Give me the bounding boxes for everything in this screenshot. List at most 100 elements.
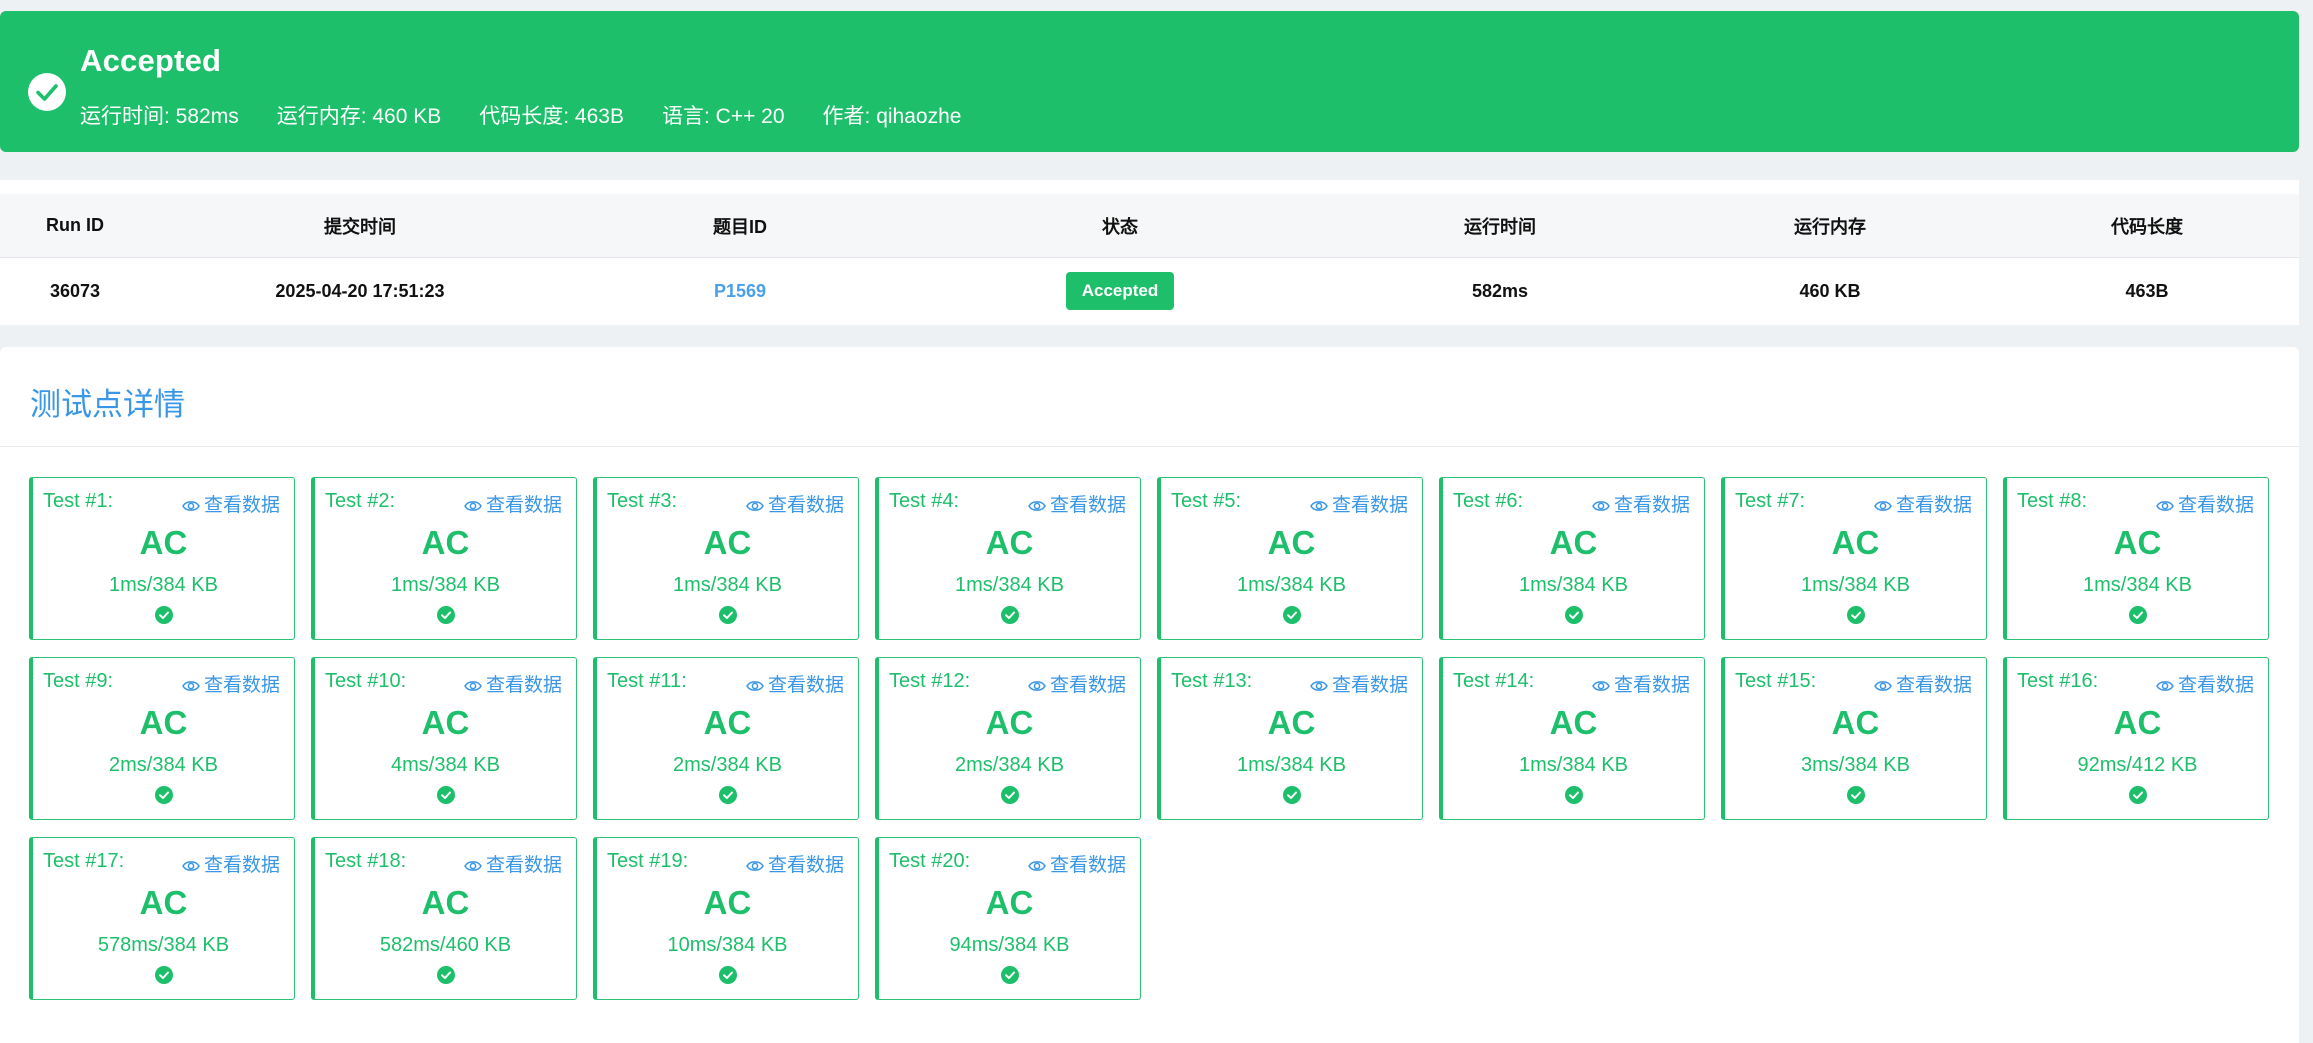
view-data-label: 查看数据 <box>485 675 562 696</box>
eye-icon <box>182 497 200 511</box>
test-card: Test #1: 查看数据 AC 1ms/384 KB <box>29 477 295 640</box>
test-name: Test #6: <box>1453 490 1524 512</box>
verdict: AC <box>703 884 752 921</box>
test-details-panel: 测试点详情 Test #1: 查看数据 AC 1ms/384 KB Test #2: 查看… <box>0 347 2299 1043</box>
language-text: 语言: C++ 20 <box>661 105 785 128</box>
submission-meta: 运行时间: 582ms 运行内存: 460 KB 代码长度: 463B 语言: … <box>80 100 999 130</box>
test-name: Test #13: <box>1171 670 1253 692</box>
eye-icon <box>464 677 482 691</box>
check-circle-icon <box>1564 786 1583 804</box>
eye-icon <box>1028 497 1046 511</box>
usage: 2ms/384 KB <box>673 754 782 776</box>
accepted-banner: Accepted 运行时间: 582ms 运行内存: 460 KB 代码长度: … <box>0 11 2299 152</box>
view-data-link[interactable]: 查看数据 <box>746 670 844 697</box>
view-data-link[interactable]: 查看数据 <box>1874 490 1972 517</box>
usage: 578ms/384 KB <box>97 934 230 956</box>
runtime-text: 运行时间: 582ms <box>80 105 239 128</box>
check-circle-icon <box>1000 966 1019 984</box>
view-data-link[interactable]: 查看数据 <box>1310 670 1408 697</box>
submit-time: 2025-04-20 17:51:23 <box>275 280 445 301</box>
test-card: Test #10: 查看数据 AC 4ms/384 KB <box>311 657 577 820</box>
test-name: Test #5: <box>1171 490 1242 512</box>
usage: 1ms/384 KB <box>1237 754 1346 776</box>
runtime: 582ms <box>1471 280 1529 301</box>
test-name: Test #17: <box>43 850 125 872</box>
view-data-label: 查看数据 <box>1049 675 1126 696</box>
view-data-link[interactable]: 查看数据 <box>746 850 844 877</box>
usage: 2ms/384 KB <box>955 754 1064 776</box>
usage: 1ms/384 KB <box>1237 574 1346 596</box>
verdict: AC <box>985 884 1034 921</box>
test-card: Test #18: 查看数据 AC 582ms/460 KB <box>311 837 577 1000</box>
view-data-label: 查看数据 <box>1331 495 1408 516</box>
eye-icon <box>1592 677 1610 691</box>
view-data-link[interactable]: 查看数据 <box>464 670 562 697</box>
check-circle-icon <box>1282 606 1301 624</box>
usage: 92ms/412 KB <box>2077 754 2198 776</box>
view-data-link[interactable]: 查看数据 <box>464 850 562 877</box>
usage: 10ms/384 KB <box>667 934 788 956</box>
check-circle-icon <box>2128 606 2147 624</box>
test-card: Test #9: 查看数据 AC 2ms/384 KB <box>29 657 295 820</box>
view-data-link[interactable]: 查看数据 <box>1028 670 1126 697</box>
view-data-link[interactable]: 查看数据 <box>182 490 280 517</box>
view-data-label: 查看数据 <box>485 855 562 876</box>
eye-icon <box>182 677 200 691</box>
view-data-link[interactable]: 查看数据 <box>464 490 562 517</box>
test-card: Test #12: 查看数据 AC 2ms/384 KB <box>875 657 1141 820</box>
view-data-link[interactable]: 查看数据 <box>182 850 280 877</box>
verdict: AC <box>703 704 752 741</box>
check-circle-icon <box>1282 786 1301 804</box>
test-card: Test #11: 查看数据 AC 2ms/384 KB <box>593 657 859 820</box>
view-data-label: 查看数据 <box>2177 675 2254 696</box>
test-card: Test #14: 查看数据 AC 1ms/384 KB <box>1439 657 1705 820</box>
header-run-id: Run ID <box>46 215 104 235</box>
view-data-link[interactable]: 查看数据 <box>1592 490 1690 517</box>
test-card: Test #19: 查看数据 AC 10ms/384 KB <box>593 837 859 1000</box>
verdict: AC <box>139 524 188 561</box>
view-data-link[interactable]: 查看数据 <box>2156 490 2254 517</box>
view-data-link[interactable]: 查看数据 <box>2156 670 2254 697</box>
view-data-link[interactable]: 查看数据 <box>1310 490 1408 517</box>
header-memory: 运行内存 <box>1794 216 1866 237</box>
test-card: Test #16: 查看数据 AC 92ms/412 KB <box>2003 657 2269 820</box>
eye-icon <box>746 857 764 871</box>
test-name: Test #18: <box>325 850 407 872</box>
test-name: Test #8: <box>2017 490 2088 512</box>
usage: 4ms/384 KB <box>391 754 500 776</box>
eye-icon <box>2156 677 2174 691</box>
test-name: Test #15: <box>1735 670 1817 692</box>
verdict: AC <box>1267 524 1316 561</box>
divider <box>0 446 2299 447</box>
test-card: Test #5: 查看数据 AC 1ms/384 KB <box>1157 477 1423 640</box>
eye-icon <box>1310 497 1328 511</box>
test-card: Test #6: 查看数据 AC 1ms/384 KB <box>1439 477 1705 640</box>
test-name: Test #12: <box>889 670 971 692</box>
view-data-link[interactable]: 查看数据 <box>1028 850 1126 877</box>
view-data-label: 查看数据 <box>1049 855 1126 876</box>
usage: 1ms/384 KB <box>1801 574 1910 596</box>
view-data-label: 查看数据 <box>767 855 844 876</box>
view-data-link[interactable]: 查看数据 <box>1028 490 1126 517</box>
problem-id-link[interactable]: P1569 <box>680 258 800 324</box>
code-length-text: 代码长度: 463B <box>479 105 624 128</box>
view-data-link[interactable]: 查看数据 <box>182 670 280 697</box>
eye-icon <box>464 497 482 511</box>
usage: 1ms/384 KB <box>109 574 218 596</box>
header-problem-id: 题目ID <box>713 216 767 237</box>
verdict: AC <box>1549 524 1598 561</box>
check-circle-icon <box>436 606 455 624</box>
test-name: Test #16: <box>2017 670 2099 692</box>
verdict: AC <box>1267 704 1316 741</box>
view-data-label: 查看数据 <box>1895 675 1972 696</box>
verdict: AC <box>1831 524 1880 561</box>
test-name: Test #14: <box>1453 670 1535 692</box>
check-circle-icon <box>154 786 173 804</box>
view-data-link[interactable]: 查看数据 <box>1874 670 1972 697</box>
run-info-table: Run ID 提交时间 题目ID 状态 运行时间 运行内存 代码长度 36073… <box>0 180 2299 325</box>
view-data-link[interactable]: 查看数据 <box>746 490 844 517</box>
view-data-link[interactable]: 查看数据 <box>1592 670 1690 697</box>
check-circle-icon <box>154 606 173 624</box>
verdict: AC <box>985 704 1034 741</box>
usage: 1ms/384 KB <box>1519 754 1628 776</box>
